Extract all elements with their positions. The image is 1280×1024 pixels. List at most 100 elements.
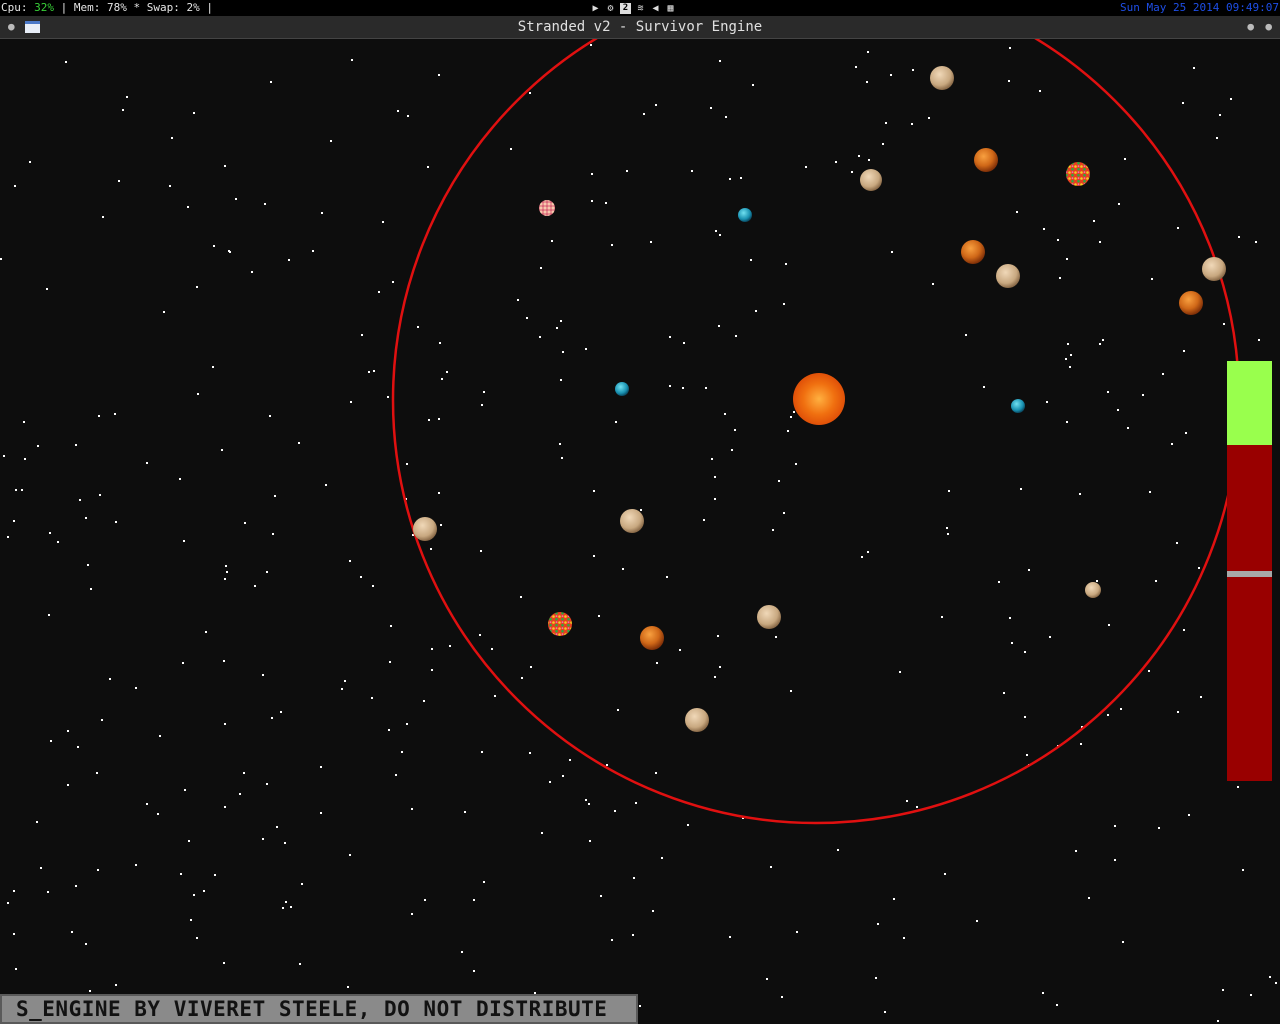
sun[interactable] bbox=[793, 373, 845, 425]
planet-rock[interactable] bbox=[685, 708, 709, 732]
planet-ice[interactable] bbox=[615, 382, 629, 396]
star bbox=[724, 413, 726, 415]
star bbox=[772, 529, 774, 531]
star bbox=[1223, 323, 1225, 325]
planet-rock[interactable] bbox=[860, 169, 882, 191]
minimize-dot-icon[interactable]: ● bbox=[1247, 16, 1254, 38]
window-titlebar[interactable]: ● Stranded v2 - Survivor Engine ● ● bbox=[0, 16, 1280, 39]
play-icon[interactable]: ▶ bbox=[590, 3, 601, 14]
wifi-icon[interactable]: ≋ bbox=[635, 3, 646, 14]
system-tray: ▶ ⚙ 2 ≋ ◀ ▦ bbox=[590, 2, 676, 14]
star bbox=[75, 444, 77, 446]
star bbox=[1028, 569, 1030, 571]
star bbox=[47, 891, 49, 893]
planet-rock[interactable] bbox=[620, 509, 644, 533]
star bbox=[710, 107, 712, 109]
planet-rock[interactable] bbox=[757, 605, 781, 629]
star bbox=[729, 178, 731, 180]
planet-candy[interactable] bbox=[1066, 162, 1090, 186]
space-scene[interactable] bbox=[0, 39, 1280, 1024]
star bbox=[251, 271, 253, 273]
star bbox=[1222, 989, 1224, 991]
star bbox=[560, 320, 562, 322]
planet-lava[interactable] bbox=[1179, 291, 1203, 315]
close-dot-icon[interactable]: ● bbox=[1265, 16, 1272, 38]
star bbox=[1070, 354, 1072, 356]
star bbox=[272, 533, 274, 535]
star bbox=[588, 803, 590, 805]
status-meter-fill bbox=[1227, 361, 1272, 445]
star bbox=[226, 571, 228, 573]
star bbox=[790, 416, 792, 418]
star bbox=[903, 937, 905, 939]
star bbox=[214, 874, 216, 876]
planet-rock[interactable] bbox=[996, 264, 1020, 288]
planet-rock[interactable] bbox=[1202, 257, 1226, 281]
planet-rock[interactable] bbox=[413, 517, 437, 541]
star bbox=[1182, 102, 1184, 104]
game-viewport[interactable] bbox=[0, 39, 1280, 1024]
star bbox=[266, 783, 268, 785]
star bbox=[593, 555, 595, 557]
planet-pink[interactable] bbox=[539, 200, 555, 216]
star bbox=[755, 310, 757, 312]
star bbox=[98, 415, 100, 417]
star bbox=[262, 838, 264, 840]
star bbox=[407, 115, 409, 117]
keyboard-icon[interactable]: ▦ bbox=[665, 3, 676, 14]
star bbox=[372, 585, 374, 587]
planet-lava[interactable] bbox=[961, 240, 985, 264]
star bbox=[1185, 432, 1187, 434]
star bbox=[223, 660, 225, 662]
star bbox=[320, 812, 322, 814]
star bbox=[3, 455, 5, 457]
star bbox=[928, 117, 930, 119]
planet-lava[interactable] bbox=[640, 626, 664, 650]
star bbox=[1200, 696, 1202, 698]
star bbox=[15, 968, 17, 970]
star bbox=[285, 901, 287, 903]
star bbox=[225, 565, 227, 567]
star bbox=[190, 919, 192, 921]
star bbox=[438, 492, 440, 494]
star bbox=[159, 735, 161, 737]
star bbox=[330, 140, 332, 142]
star bbox=[431, 648, 433, 650]
planet-ice[interactable] bbox=[738, 208, 752, 222]
planet-candy[interactable] bbox=[548, 612, 572, 636]
star bbox=[911, 123, 913, 125]
star bbox=[549, 781, 551, 783]
planet-rock[interactable] bbox=[930, 66, 954, 90]
star bbox=[441, 378, 443, 380]
planet-lava[interactable] bbox=[974, 148, 998, 172]
star bbox=[213, 245, 215, 247]
steam-icon[interactable]: ⚙ bbox=[605, 3, 616, 14]
star bbox=[395, 774, 397, 776]
workspace-indicator[interactable]: 2 bbox=[620, 2, 631, 14]
star bbox=[423, 700, 425, 702]
star bbox=[77, 746, 79, 748]
clock: Sun May 25 2014 09:49:07 bbox=[1120, 1, 1279, 14]
star bbox=[115, 984, 117, 986]
window-menu-dot-icon[interactable]: ● bbox=[8, 16, 15, 38]
star bbox=[650, 241, 652, 243]
star bbox=[280, 711, 282, 713]
star bbox=[948, 490, 950, 492]
star bbox=[205, 631, 207, 633]
star bbox=[858, 155, 860, 157]
star bbox=[866, 81, 868, 83]
star bbox=[401, 751, 403, 753]
star bbox=[371, 697, 373, 699]
planet-ice[interactable] bbox=[1011, 399, 1025, 413]
star bbox=[96, 772, 98, 774]
star bbox=[85, 517, 87, 519]
star bbox=[682, 387, 684, 389]
volume-icon[interactable]: ◀ bbox=[650, 3, 661, 14]
star bbox=[13, 933, 15, 935]
star bbox=[481, 751, 483, 753]
planet-rock[interactable] bbox=[1085, 582, 1101, 598]
star bbox=[102, 216, 104, 218]
star bbox=[1269, 976, 1271, 978]
star bbox=[1255, 241, 1257, 243]
star bbox=[473, 970, 475, 972]
